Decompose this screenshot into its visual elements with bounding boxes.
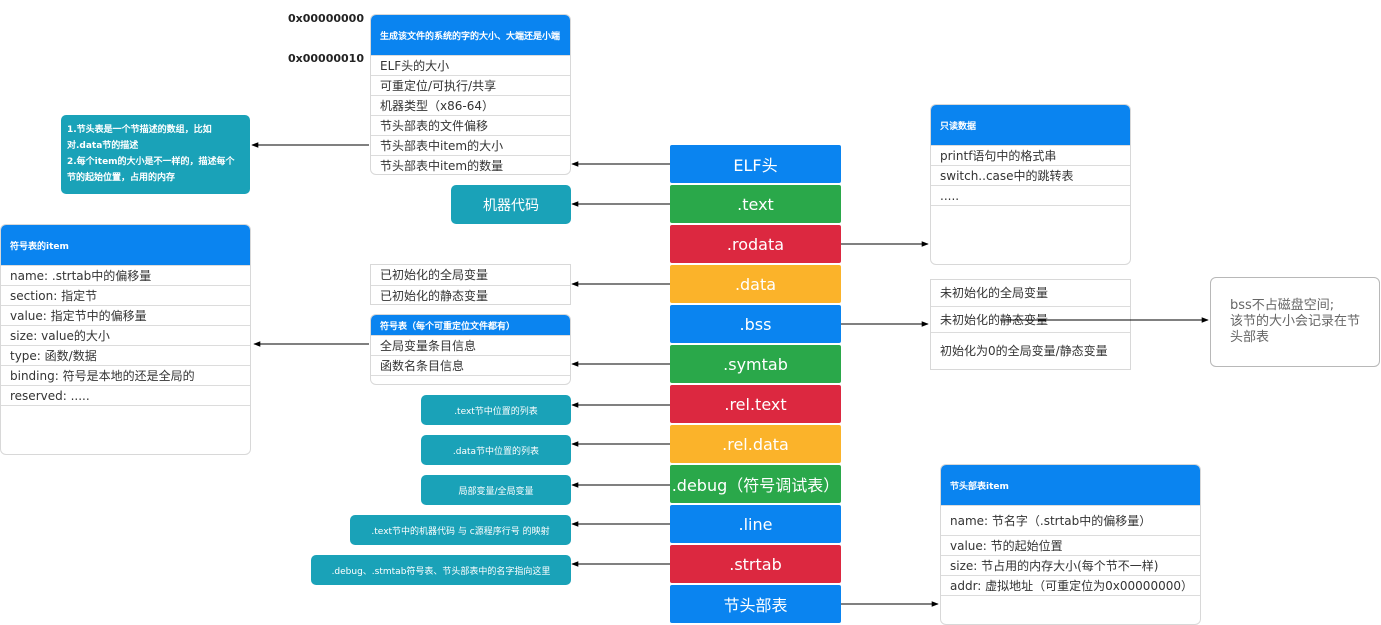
elf-diagram-canvas: 0x00000000 0x00000010 生成该文件的系统的字的大小、大端还是… [0,0,1381,625]
connector-arrows [251,142,1209,607]
